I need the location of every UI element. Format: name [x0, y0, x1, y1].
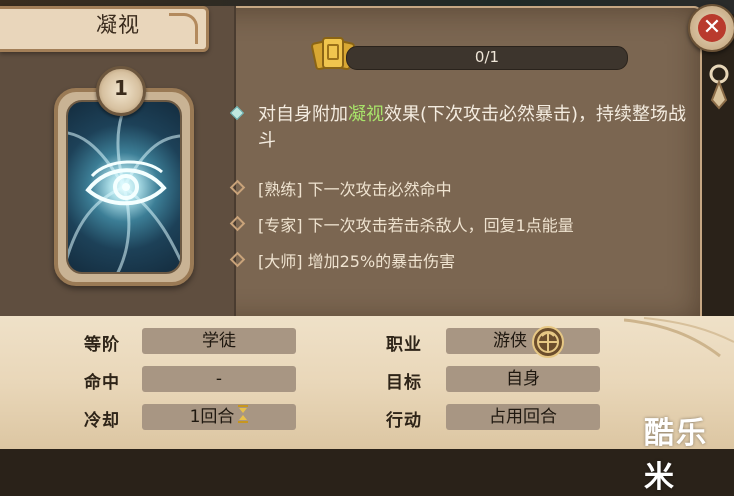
side-ornament	[709, 64, 729, 110]
rank-label: 等阶	[84, 335, 120, 355]
description-keyword: 凝视	[348, 104, 384, 125]
class-value-box: 游侠	[446, 328, 600, 354]
action-label: 行动	[386, 411, 422, 431]
perk-tier: [大师]	[258, 252, 303, 271]
target-label: 目标	[386, 373, 422, 393]
perk-desc: 下一次攻击必然命中	[307, 180, 452, 199]
skill-level: 1	[114, 76, 128, 100]
rank-value: 学徒	[142, 328, 296, 354]
parchment-ornament	[624, 317, 734, 358]
cooldown-label: 冷却	[84, 411, 120, 431]
perk-text: [专家] 下一次攻击若击杀敌人，回复1点能量	[258, 212, 574, 236]
cooldown-value: 1回合	[189, 407, 235, 427]
class-value: 游侠	[493, 331, 527, 351]
skill-title: 凝视	[96, 13, 140, 37]
skill-art	[66, 100, 182, 274]
hit-value: -	[142, 366, 296, 392]
description-text: 对自身附加凝视效果(下次攻击必然暴击)，持续整场战斗	[258, 102, 698, 154]
perk-tier: [专家]	[258, 216, 303, 235]
card-progress-text: 0/1	[474, 48, 500, 66]
perk-tier: [熟练]	[258, 180, 303, 199]
perk-desc: 增加25%的暴击伤害	[307, 252, 456, 271]
watermark: 酷乐米	[644, 416, 708, 495]
description-pre: 对自身附加	[258, 104, 348, 125]
cooldown-value-box: 1回合	[142, 404, 296, 430]
card-progress-bar: 0/1	[346, 46, 628, 70]
perk-text: [熟练] 下一次攻击必然命中	[258, 176, 452, 200]
perk-desc: 下一次攻击若击杀敌人，回复1点能量	[307, 216, 574, 235]
title-ornament	[169, 13, 198, 44]
target-value: 自身	[446, 366, 600, 392]
close-button[interactable]: ✕	[688, 4, 734, 52]
hourglass-icon	[238, 405, 249, 423]
perk-text: [大师] 增加25%的暴击伤害	[258, 248, 455, 272]
skill-card[interactable]	[54, 88, 194, 286]
class-label: 职业	[386, 335, 422, 355]
eye-icon	[68, 102, 180, 272]
hit-label: 命中	[84, 373, 120, 393]
skill-level-badge: 1	[96, 66, 146, 116]
action-value: 占用回合	[446, 404, 600, 430]
close-icon: ✕	[698, 14, 726, 42]
ranger-class-icon	[532, 326, 564, 358]
